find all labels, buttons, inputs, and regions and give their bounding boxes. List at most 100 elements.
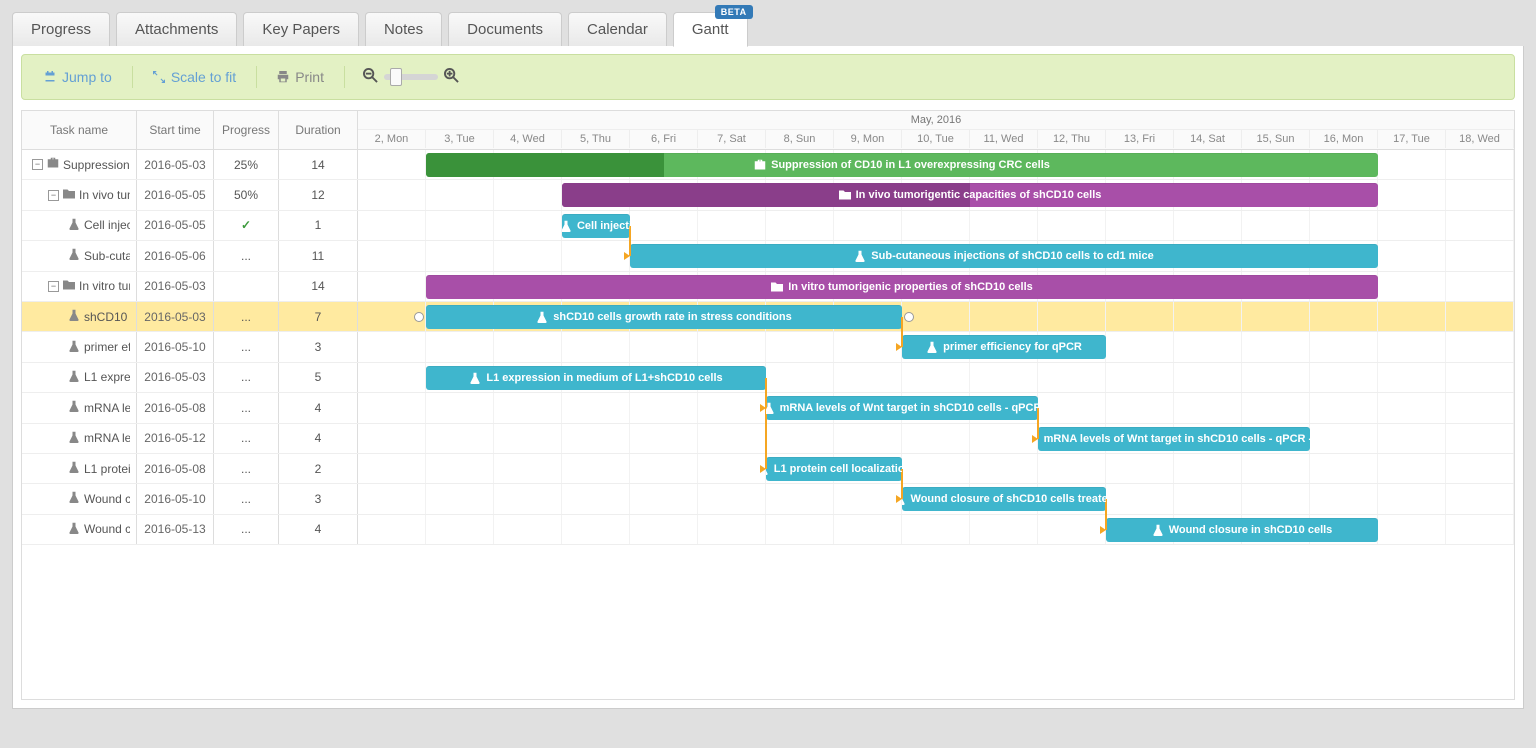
gantt-bar[interactable]: Wound closure in shCD10 cells: [1106, 518, 1378, 542]
flask-icon: [68, 248, 80, 263]
day-header: 17, Tue: [1378, 130, 1446, 148]
collapse-toggle[interactable]: −: [32, 159, 43, 170]
day-header: 11, Wed: [970, 130, 1038, 148]
task-name-cell[interactable]: −In vitro tumorigenic properties of shCD…: [22, 272, 137, 301]
progress-cell: ...: [214, 393, 279, 422]
gantt-bar[interactable]: Cell injecti: [562, 214, 630, 238]
task-name-text: primer efficiency for qPCR: [84, 340, 130, 354]
task-name-cell[interactable]: primer efficiency for qPCR: [22, 332, 137, 361]
bar-label: mRNA levels of Wnt target in shCD10 cell…: [1038, 433, 1310, 445]
briefcase-icon: [47, 157, 59, 172]
task-row: L1 protein cell localization2016-05-08..…: [22, 454, 1514, 484]
tab-documents[interactable]: Documents: [448, 12, 562, 46]
day-header: 3, Tue: [426, 130, 494, 148]
start-cell: 2016-05-05: [137, 180, 214, 209]
task-name-text: Wound closure of shCD10 cells treated: [84, 492, 130, 506]
gantt-bar[interactable]: mRNA levels of Wnt target in shCD10 cell…: [766, 396, 1038, 420]
progress-cell: ...: [214, 484, 279, 513]
jump-to-button[interactable]: Jump to: [36, 65, 120, 89]
task-row: − Suppression of CD10 in L1 overexpressin…: [22, 150, 1514, 180]
progress-cell: 50%: [214, 180, 279, 209]
gantt-bar[interactable]: L1 expression in medium of L1+shCD10 cel…: [426, 366, 766, 390]
task-name-cell[interactable]: mRNA levels of Wnt target in shCD10 cell…: [22, 393, 137, 422]
col-task-name: Task name: [22, 111, 137, 149]
flask-icon: [68, 431, 80, 446]
scale-to-fit-button[interactable]: Scale to fit: [145, 65, 244, 89]
task-name-text: mRNA levels of Wnt target in shCD10 cell…: [84, 431, 130, 445]
gantt-bar[interactable]: In vivo tumorigentic capacities of shCD1…: [562, 183, 1378, 207]
tab-gantt[interactable]: GanttBETA: [673, 12, 748, 47]
task-name-text: mRNA levels of Wnt target in shCD10 cell…: [84, 401, 130, 415]
task-name-cell[interactable]: shCD10 cells growth rate in stress condi…: [22, 302, 137, 331]
timeline-cell: Cell injecti: [358, 211, 1514, 240]
timeline-cell: shCD10 cells growth rate in stress condi…: [358, 302, 1514, 331]
calendar-icon: [44, 71, 56, 83]
resize-handle-right[interactable]: [904, 312, 914, 322]
tab-key-papers[interactable]: Key Papers: [243, 12, 359, 46]
gantt-bar[interactable]: shCD10 cells growth rate in stress condi…: [426, 305, 902, 329]
bar-label: shCD10 cells growth rate in stress condi…: [536, 311, 791, 323]
gantt-bar[interactable]: mRNA levels of Wnt target in shCD10 cell…: [1038, 427, 1310, 451]
task-name-cell[interactable]: Wound closure of shCD10 cells treated: [22, 484, 137, 513]
progress-fill: [426, 153, 664, 177]
print-button[interactable]: Print: [269, 65, 332, 89]
bar-label: primer efficiency for qPCR: [926, 341, 1082, 353]
tab-calendar[interactable]: Calendar: [568, 12, 667, 46]
progress-cell: ...: [214, 454, 279, 483]
task-name-cell[interactable]: Wound closure in shCD10 cells: [22, 515, 137, 544]
task-name-cell[interactable]: L1 expression in medium of L1+shCD10 cel…: [22, 363, 137, 392]
timeline-cell: mRNA levels of Wnt target in shCD10 cell…: [358, 393, 1514, 422]
task-name-cell[interactable]: −In vivo tumorigentic capacities of shCD…: [22, 180, 137, 209]
timeline-cell: Sub-cutaneous injections of shCD10 cells…: [358, 241, 1514, 270]
bar-label: In vivo tumorigentic capacities of shCD1…: [839, 189, 1102, 201]
separator: [256, 66, 257, 88]
start-cell: 2016-05-13: [137, 515, 214, 544]
collapse-toggle[interactable]: −: [48, 281, 59, 292]
resize-handle-left[interactable]: [414, 312, 424, 322]
task-name-cell[interactable]: Cell injections: [22, 211, 137, 240]
day-header: 8, Sun: [766, 130, 834, 148]
task-row: primer efficiency for qPCR2016-05-10...3…: [22, 332, 1514, 362]
task-row: mRNA levels of Wnt target in shCD10 cell…: [22, 424, 1514, 454]
gantt-bar[interactable]: L1 protein cell localization: [766, 457, 902, 481]
tab-notes[interactable]: Notes: [365, 12, 442, 46]
flask-icon: [68, 461, 80, 476]
duration-cell: 3: [279, 484, 358, 513]
start-cell: 2016-05-03: [137, 272, 214, 301]
task-name-cell[interactable]: L1 protein cell localization: [22, 454, 137, 483]
gantt-bar[interactable]: In vitro tumorigenic properties of shCD1…: [426, 275, 1378, 299]
gantt-bar[interactable]: primer efficiency for qPCR: [902, 335, 1106, 359]
task-name-cell[interactable]: −Suppression of CD10 in L1 overexpressin…: [22, 150, 137, 179]
bar-label: L1 expression in medium of L1+shCD10 cel…: [469, 372, 722, 384]
zoom-slider[interactable]: [384, 74, 438, 80]
task-row: Cell injections2016-05-05✓1 Cell injecti: [22, 211, 1514, 241]
timeline-cell: L1 expression in medium of L1+shCD10 cel…: [358, 363, 1514, 392]
tab-attachments[interactable]: Attachments: [116, 12, 237, 46]
separator: [344, 66, 345, 88]
gantt-bar[interactable]: Wound closure of shCD10 cells treated: [902, 487, 1106, 511]
duration-cell: 5: [279, 363, 358, 392]
task-name-text: L1 expression in medium of L1+shCD10 cel…: [84, 370, 130, 384]
start-cell: 2016-05-08: [137, 454, 214, 483]
duration-cell: 14: [279, 150, 358, 179]
slider-thumb[interactable]: [390, 68, 402, 86]
gantt-bar[interactable]: Suppression of CD10 in L1 overexpressing…: [426, 153, 1378, 177]
zoom-in-icon[interactable]: [444, 68, 459, 87]
progress-cell: 25%: [214, 150, 279, 179]
gantt-chart: Task name Start time Progress Duration M…: [21, 110, 1515, 700]
tab-progress[interactable]: Progress: [12, 12, 110, 46]
collapse-toggle[interactable]: −: [48, 190, 59, 201]
progress-cell: [214, 272, 279, 301]
timeline-cell: Wound closure in shCD10 cells: [358, 515, 1514, 544]
task-name-cell[interactable]: mRNA levels of Wnt target in shCD10 cell…: [22, 424, 137, 453]
flask-icon: [68, 370, 80, 385]
timeline-cell: Suppression of CD10 in L1 overexpressing…: [358, 150, 1514, 179]
start-cell: 2016-05-03: [137, 363, 214, 392]
day-header: 7, Sat: [698, 130, 766, 148]
zoom-out-icon[interactable]: [363, 68, 378, 87]
bar-label: mRNA levels of Wnt target in shCD10 cell…: [766, 402, 1038, 414]
task-name-cell[interactable]: Sub-cutaneous injections of shCD10 cells…: [22, 241, 137, 270]
task-row: L1 expression in medium of L1+shCD10 cel…: [22, 363, 1514, 393]
duration-cell: 2: [279, 454, 358, 483]
gantt-bar[interactable]: Sub-cutaneous injections of shCD10 cells…: [630, 244, 1378, 268]
